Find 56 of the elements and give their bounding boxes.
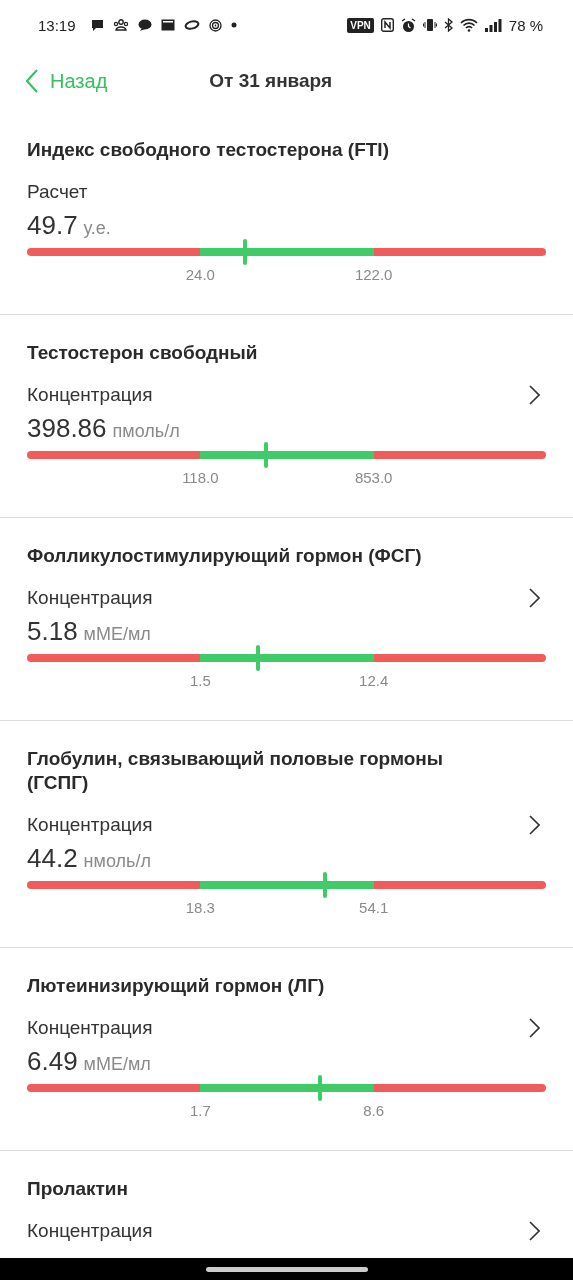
battery-level: 78 %: [508, 16, 543, 34]
chat-bubble-icon: [137, 19, 152, 31]
range-low: 118.0: [182, 469, 219, 486]
range-low: 18.3: [185, 899, 215, 916]
result-unit: пмоль/л: [112, 421, 180, 442]
vpn-badge: VPN: [347, 17, 374, 33]
back-chevron-icon: [26, 69, 38, 93]
range-high: 12.4: [359, 672, 389, 689]
result-card[interactable]: Индекс свободного тестостерона (FTI) Расчет 49.7 у.е. 24.0 122.0: [0, 112, 573, 315]
range-low: 1.7: [189, 1102, 211, 1119]
home-handle[interactable]: [205, 1266, 368, 1272]
result-unit: у.е.: [83, 218, 111, 239]
measure-label: Концентрация: [27, 587, 153, 609]
page-title: От 31 января: [209, 70, 333, 92]
vibrate-icon: [422, 18, 437, 32]
app-icon: [160, 19, 175, 31]
wifi-icon: [459, 18, 478, 32]
range-high: 54.1: [359, 899, 389, 916]
spiral-icon: [208, 18, 222, 32]
clock: 13:19: [38, 16, 76, 34]
measure-label: Концентрация: [27, 384, 153, 406]
measure-label: Концентрация: [27, 1220, 153, 1242]
result-card[interactable]: Лютеинизирующий гормон (ЛГ) Концентрация 6.49 мМЕ/мл 1.7 8.6: [0, 948, 573, 1151]
result-value: 49.7: [27, 210, 78, 241]
result-value: 398.86: [27, 413, 107, 444]
bluetooth-icon: [443, 18, 453, 32]
result-value: 5.18: [27, 616, 78, 647]
result-value: 6.49: [27, 1046, 78, 1077]
signal-icon: [484, 18, 502, 32]
test-title: Лютеинизирующий гормон (ЛГ): [27, 974, 326, 998]
result-value: 44.2: [27, 843, 78, 874]
range-high: 853.0: [354, 469, 393, 486]
ring-icon: [183, 20, 200, 30]
test-title: Тестостерон свободный: [27, 341, 259, 365]
message-icon: [90, 18, 104, 32]
test-title: Глобулин, связывающий половые гормоны (ГСПГ): [27, 747, 444, 795]
measure-label: Концентрация: [27, 1017, 153, 1039]
measure-label: Концентрация: [27, 814, 153, 836]
test-title: Индекс свободного тестостерона (FTI): [27, 138, 390, 162]
measure-label: Расчет: [27, 181, 88, 203]
test-title: Фолликулостимулирующий гормон (ФСГ): [27, 544, 423, 568]
result-card[interactable]: Фолликулостимулирующий гормон (ФСГ) Концентрация 5.18 мМЕ/мл 1.5 12.4: [0, 518, 573, 721]
dot-icon: [230, 22, 237, 28]
alarm-icon: [400, 17, 416, 33]
test-title: Пролактин: [27, 1177, 129, 1201]
result-card[interactable]: Глобулин, связывающий половые гормоны (ГСПГ) Концентрация 44.2 нмоль/л 18.3 54.1: [0, 721, 573, 948]
range-high: 122.0: [354, 266, 393, 283]
range-low: 24.0: [185, 266, 215, 283]
range-high: 8.6: [363, 1102, 385, 1119]
people-icon: [112, 19, 129, 31]
nfc-icon: [380, 18, 394, 32]
result-card[interactable]: Тестостерон свободный Концентрация 398.86 пмоль/л 118.0 853.0: [0, 315, 573, 518]
result-unit: нмоль/л: [83, 851, 151, 872]
result-unit: мМЕ/мл: [83, 1054, 151, 1075]
result-unit: мМЕ/мл: [83, 624, 151, 645]
range-low: 1.5: [189, 672, 211, 689]
